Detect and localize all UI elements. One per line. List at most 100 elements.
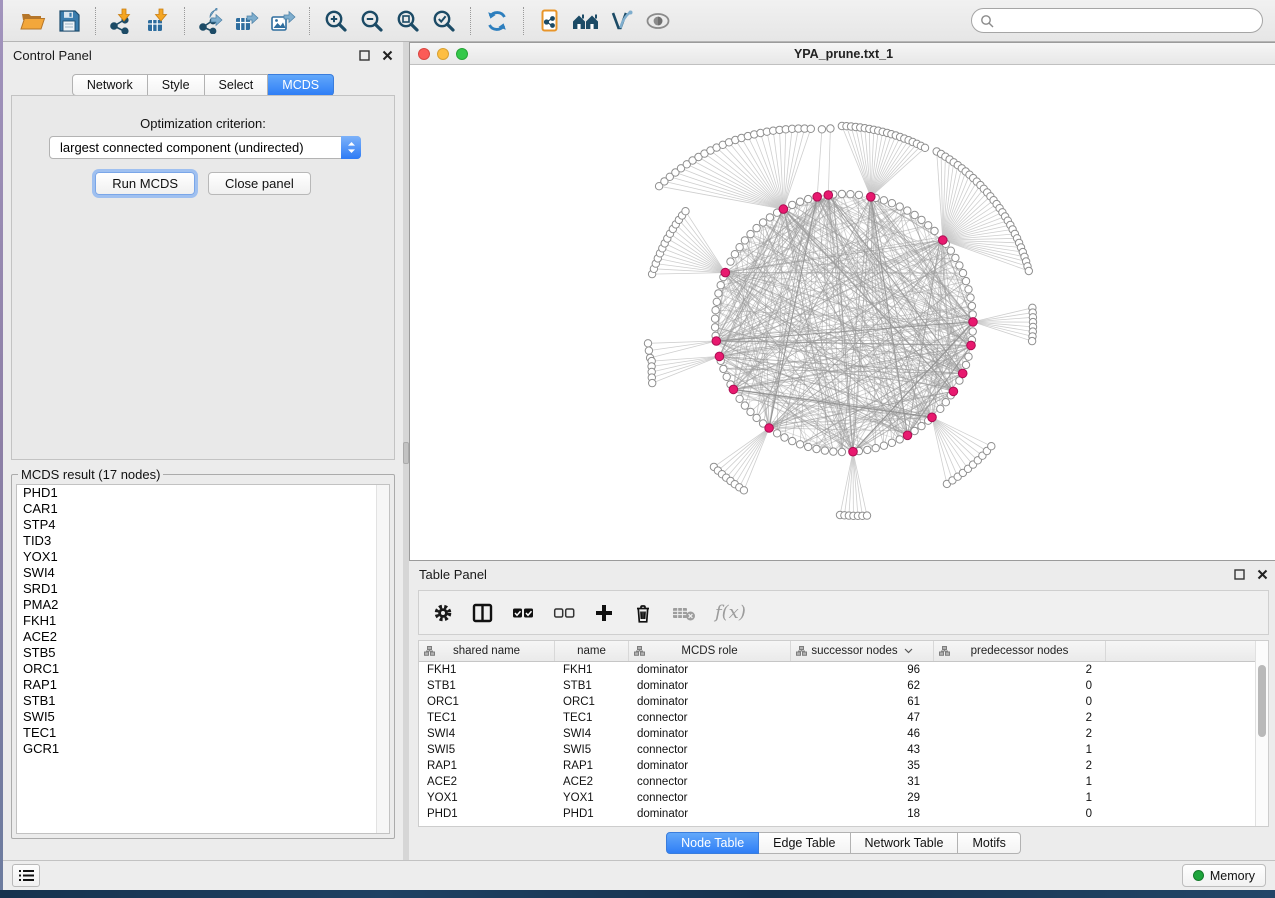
table-cell[interactable]: YOX1 <box>419 790 555 806</box>
export-table-button[interactable] <box>229 4 265 38</box>
table-scrollbar-thumb[interactable] <box>1258 665 1266 737</box>
network-node[interactable] <box>931 227 938 234</box>
table-cell[interactable]: SWI4 <box>555 726 629 742</box>
network-node[interactable] <box>864 446 871 453</box>
import-table-button[interactable] <box>140 4 176 38</box>
network-hub-node-selected[interactable] <box>969 318 978 327</box>
network-hub-node-selected[interactable] <box>712 337 721 346</box>
mcds-result-item[interactable]: FKH1 <box>17 613 389 629</box>
tab-edge-table[interactable]: Edge Table <box>759 832 850 854</box>
network-hub-node-selected[interactable] <box>949 387 958 396</box>
mcds-result-item[interactable]: SWI5 <box>17 709 389 725</box>
network-leaf-node[interactable] <box>649 379 656 386</box>
network-leaf-node[interactable] <box>645 347 652 354</box>
network-canvas[interactable] <box>410 65 1275 560</box>
close-panel-icon[interactable] <box>382 50 393 61</box>
network-leaf-node[interactable] <box>863 512 870 519</box>
network-leaf-node[interactable] <box>818 126 825 133</box>
network-hub-node-selected[interactable] <box>849 447 858 456</box>
table-cell[interactable]: SWI4 <box>419 726 555 742</box>
float-panel-icon[interactable] <box>359 50 370 61</box>
network-node[interactable] <box>947 247 954 254</box>
network-node[interactable] <box>747 230 754 237</box>
mcds-result-item[interactable]: STB5 <box>17 645 389 661</box>
export-network-button[interactable] <box>193 4 229 38</box>
search-box[interactable] <box>971 8 1263 33</box>
open-file-button[interactable] <box>15 4 51 38</box>
table-cell[interactable]: ACE2 <box>419 774 555 790</box>
network-node[interactable] <box>968 302 975 309</box>
table-cell[interactable]: RAP1 <box>419 758 555 774</box>
criterion-select[interactable]: largest connected component (undirected) <box>49 136 361 159</box>
table-row[interactable]: STB1STB1dominator620 <box>419 678 1255 694</box>
show-graphics-details-button[interactable] <box>640 4 676 38</box>
network-node[interactable] <box>956 262 963 269</box>
table-cell[interactable]: 2 <box>934 758 1106 774</box>
table-scrollbar[interactable] <box>1255 641 1268 826</box>
table-cell[interactable]: dominator <box>629 662 791 678</box>
tab-mcds[interactable]: MCDS <box>268 74 334 96</box>
close-panel-button[interactable]: Close panel <box>208 172 311 195</box>
mcds-result-item[interactable]: CAR1 <box>17 501 389 517</box>
table-cell[interactable]: 1 <box>934 790 1106 806</box>
mcds-result-item[interactable]: SWI4 <box>17 565 389 581</box>
network-hub-node-selected[interactable] <box>715 352 724 361</box>
network-node[interactable] <box>911 427 918 434</box>
mcds-result-item[interactable]: RAP1 <box>17 677 389 693</box>
deselect-all-icon[interactable] <box>553 603 575 623</box>
network-overview-button[interactable] <box>568 4 604 38</box>
mcds-result-item[interactable]: STB1 <box>17 693 389 709</box>
table-cell[interactable]: dominator <box>629 806 791 822</box>
table-cell[interactable]: 96 <box>791 662 934 678</box>
import-network-button[interactable] <box>104 4 140 38</box>
network-node[interactable] <box>723 373 730 380</box>
table-cell[interactable]: connector <box>629 790 791 806</box>
table-cell[interactable]: dominator <box>629 726 791 742</box>
run-mcds-button[interactable]: Run MCDS <box>95 172 195 195</box>
table-cell[interactable]: PHD1 <box>555 806 629 822</box>
table-cell[interactable]: connector <box>629 742 791 758</box>
network-node[interactable] <box>911 211 918 218</box>
network-node[interactable] <box>918 216 925 223</box>
network-node[interactable] <box>925 222 932 229</box>
network-node[interactable] <box>962 361 969 368</box>
table-cell[interactable]: 29 <box>791 790 934 806</box>
table-cell[interactable]: dominator <box>629 694 791 710</box>
network-node[interactable] <box>741 237 748 244</box>
close-panel-icon[interactable] <box>1257 569 1268 580</box>
mcds-result-item[interactable]: ORC1 <box>17 661 389 677</box>
network-leaf-node[interactable] <box>807 125 814 132</box>
network-node[interactable] <box>796 198 803 205</box>
table-cell[interactable]: ACE2 <box>555 774 629 790</box>
table-cell[interactable]: connector <box>629 710 791 726</box>
new-network-from-selection-button[interactable] <box>532 4 568 38</box>
network-node[interactable] <box>904 207 911 214</box>
network-node[interactable] <box>965 353 972 360</box>
network-node[interactable] <box>942 399 949 406</box>
network-node[interactable] <box>753 414 760 421</box>
delete-column-icon[interactable] <box>633 603 653 623</box>
table-cell[interactable]: 0 <box>934 806 1106 822</box>
table-row[interactable]: RAP1RAP1dominator352 <box>419 758 1255 774</box>
mcds-result-item[interactable]: SRD1 <box>17 581 389 597</box>
table-cell[interactable]: STB1 <box>555 678 629 694</box>
mcds-result-item[interactable]: YOX1 <box>17 549 389 565</box>
mcds-result-item[interactable]: GCR1 <box>17 741 389 757</box>
mcds-result-item[interactable]: PHD1 <box>17 485 389 501</box>
table-cell[interactable]: 2 <box>934 726 1106 742</box>
network-hub-node-selected[interactable] <box>928 413 937 422</box>
network-node[interactable] <box>888 439 895 446</box>
network-node[interactable] <box>713 298 720 305</box>
memory-button[interactable]: Memory <box>1182 864 1266 887</box>
network-hub-node-selected[interactable] <box>721 268 730 277</box>
network-node[interactable] <box>888 200 895 207</box>
tab-select[interactable]: Select <box>205 74 269 96</box>
float-panel-icon[interactable] <box>1234 569 1245 580</box>
network-hub-node-selected[interactable] <box>729 385 738 394</box>
network-node[interactable] <box>736 395 743 402</box>
column-header-name[interactable]: name <box>555 641 629 661</box>
table-cell[interactable]: 61 <box>791 694 934 710</box>
mcds-result-item[interactable]: TEC1 <box>17 725 389 741</box>
network-node[interactable] <box>821 447 828 454</box>
network-node[interactable] <box>753 224 760 231</box>
